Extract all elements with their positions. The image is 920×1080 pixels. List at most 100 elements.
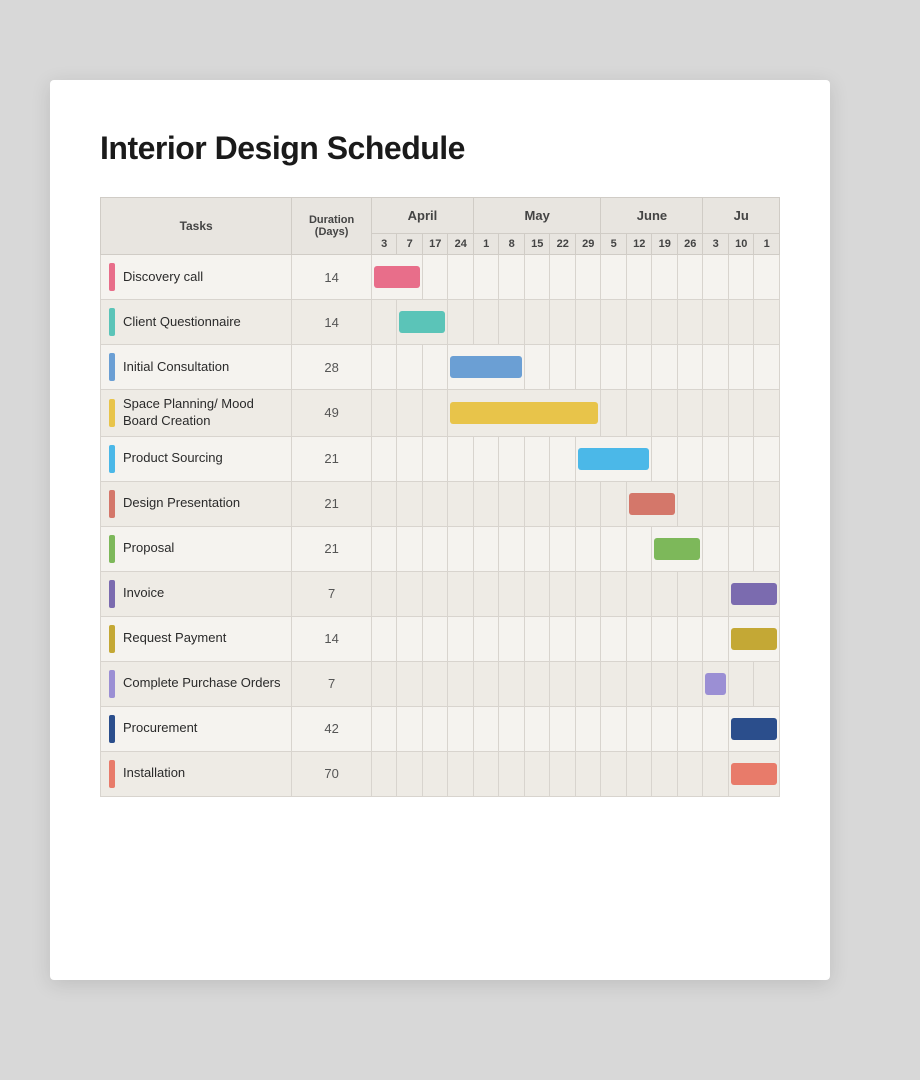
task-label: Discovery call [123, 269, 203, 286]
gantt-empty-cell [473, 751, 499, 796]
task-name-cell: Client Questionnaire [101, 300, 292, 345]
gantt-empty-cell [422, 661, 448, 706]
date-apr-7: 7 [397, 234, 423, 255]
task-color-indicator [109, 670, 115, 698]
gantt-bar-cell [728, 751, 779, 796]
gantt-empty-cell [473, 571, 499, 616]
task-color-indicator [109, 625, 115, 653]
gantt-empty-cell [499, 616, 525, 661]
gantt-empty-cell [677, 616, 703, 661]
gantt-empty-cell [652, 706, 678, 751]
gantt-empty-cell [575, 481, 601, 526]
gantt-empty-cell [575, 345, 601, 390]
task-name-cell: Initial Consultation [101, 345, 292, 390]
gantt-empty-cell [422, 436, 448, 481]
date-may-1: 1 [473, 234, 499, 255]
gantt-empty-cell [601, 526, 627, 571]
task-name-cell: Space Planning/ Mood Board Creation [101, 390, 292, 437]
gantt-empty-cell [550, 300, 576, 345]
gantt-empty-cell [626, 255, 652, 300]
gantt-empty-cell [473, 300, 499, 345]
gantt-empty-cell [422, 526, 448, 571]
task-name-cell: Proposal [101, 526, 292, 571]
gantt-empty-cell [677, 436, 703, 481]
table-row: Design Presentation21 [101, 481, 780, 526]
gantt-empty-cell [397, 661, 423, 706]
gantt-empty-cell [626, 751, 652, 796]
gantt-empty-cell [728, 526, 754, 571]
date-jul-10: 10 [728, 234, 754, 255]
table-row: Procurement42 [101, 706, 780, 751]
task-color-indicator [109, 308, 115, 336]
duration-cell: 70 [292, 751, 372, 796]
gantt-empty-cell [728, 436, 754, 481]
table-row: Complete Purchase Orders7 [101, 661, 780, 706]
gantt-empty-cell [448, 300, 474, 345]
gantt-empty-cell [422, 751, 448, 796]
gantt-empty-cell [703, 571, 729, 616]
task-label: Product Sourcing [123, 450, 223, 467]
gantt-empty-cell [703, 300, 729, 345]
gantt-empty-cell [422, 706, 448, 751]
gantt-empty-cell [473, 661, 499, 706]
gantt-bar [450, 402, 598, 424]
table-row: Product Sourcing21 [101, 436, 780, 481]
date-jul-17: 1 [754, 234, 780, 255]
gantt-empty-cell [703, 616, 729, 661]
gantt-empty-cell [575, 661, 601, 706]
table-row: Proposal21 [101, 526, 780, 571]
gantt-empty-cell [703, 481, 729, 526]
gantt-empty-cell [575, 300, 601, 345]
gantt-bar-cell [575, 436, 652, 481]
task-label: Invoice [123, 585, 164, 602]
gantt-empty-cell [473, 526, 499, 571]
gantt-empty-cell [626, 661, 652, 706]
gantt-empty-cell [397, 571, 423, 616]
table-row: Request Payment14 [101, 616, 780, 661]
gantt-table: Tasks Duration(Days) April May June Ju 3… [100, 197, 780, 797]
gantt-empty-cell [728, 255, 754, 300]
date-may-15: 15 [524, 234, 550, 255]
task-color-indicator [109, 580, 115, 608]
date-apr-24: 24 [448, 234, 474, 255]
gantt-empty-cell [397, 390, 423, 437]
gantt-empty-cell [754, 255, 780, 300]
table-row: Initial Consultation28 [101, 345, 780, 390]
gantt-bar [654, 538, 700, 560]
gantt-empty-cell [371, 390, 397, 437]
gantt-bar-cell [728, 571, 779, 616]
gantt-empty-cell [728, 300, 754, 345]
gantt-empty-cell [626, 616, 652, 661]
gantt-empty-cell [626, 571, 652, 616]
gantt-empty-cell [371, 571, 397, 616]
task-color-indicator [109, 760, 115, 788]
gantt-empty-cell [626, 526, 652, 571]
duration-cell: 21 [292, 481, 372, 526]
gantt-empty-cell [677, 390, 703, 437]
gantt-bar [731, 718, 777, 740]
gantt-empty-cell [601, 661, 627, 706]
gantt-bar [629, 493, 675, 515]
task-label: Complete Purchase Orders [123, 675, 281, 692]
april-header: April [371, 198, 473, 234]
gantt-empty-cell [652, 300, 678, 345]
gantt-empty-cell [422, 571, 448, 616]
gantt-bar-cell [728, 616, 779, 661]
gantt-empty-cell [524, 616, 550, 661]
gantt-empty-cell [550, 526, 576, 571]
gantt-empty-cell [754, 526, 780, 571]
task-name-cell: Design Presentation [101, 481, 292, 526]
task-name-cell: Product Sourcing [101, 436, 292, 481]
gantt-empty-cell [371, 706, 397, 751]
gantt-empty-cell [575, 255, 601, 300]
gantt-empty-cell [397, 436, 423, 481]
gantt-empty-cell [371, 661, 397, 706]
gantt-empty-cell [499, 751, 525, 796]
gantt-empty-cell [499, 526, 525, 571]
gantt-bar [731, 628, 777, 650]
task-name-cell: Discovery call [101, 255, 292, 300]
gantt-empty-cell [448, 571, 474, 616]
gantt-empty-cell [601, 571, 627, 616]
gantt-empty-cell [652, 571, 678, 616]
gantt-empty-cell [601, 255, 627, 300]
